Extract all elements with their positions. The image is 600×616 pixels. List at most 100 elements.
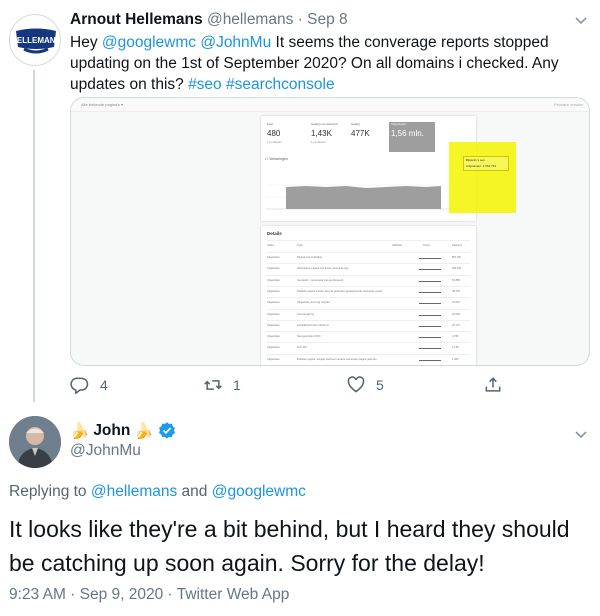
retweet-icon <box>204 380 222 390</box>
details-status: Uitgesloten <box>267 357 280 361</box>
details-pages: 52.885 <box>452 278 460 282</box>
details-header-cell: Validatie <box>392 244 402 247</box>
stat-sub: 1 probleem <box>311 140 327 144</box>
details-trend-line <box>419 280 441 282</box>
details-pages: 22.697 <box>452 301 460 305</box>
stat-excluded: Uitgesloten 1,56 mln. <box>389 122 435 152</box>
person-photo-icon <box>9 416 61 468</box>
stat-label: Geldig met waarsch. <box>311 122 339 126</box>
details-row: Uitgesloten Pagina met omleiding 867.297 <box>267 252 470 263</box>
stat-sub: 1 probleem <box>267 140 283 144</box>
details-trend-line <box>419 348 441 350</box>
details-type: Niet gevonden (404) <box>297 335 321 339</box>
reply-author-avatar[interactable] <box>9 416 61 468</box>
tweet-timestamp[interactable]: 9:23 AM · Sep 9, 2020 · Twitter Web App <box>9 586 289 604</box>
mention-link[interactable]: @hellemans <box>91 483 177 500</box>
chevron-down-icon[interactable] <box>571 12 591 30</box>
media-topbar-right: Primaire crawler <box>554 102 583 107</box>
replying-and: and <box>177 483 212 500</box>
banana-emoji: 🍌 <box>70 422 90 440</box>
replying-label: Replying to <box>9 483 91 500</box>
details-row: Uitgesloten Geblokkeerd door robots.txt 20… <box>267 319 470 331</box>
reply-author-name: John <box>93 422 131 439</box>
details-status: Uitgesloten <box>267 323 280 327</box>
reply-icon <box>70 377 89 395</box>
tweet-date[interactable]: Sep 8 <box>307 11 348 28</box>
share-action[interactable] <box>483 374 503 396</box>
heart-icon <box>347 376 365 393</box>
details-trend-line <box>419 291 441 293</box>
details-type: Dubbele pagina, Google heeft een andere … <box>297 357 377 361</box>
stat-label: Geldig <box>351 122 360 126</box>
tweet-link[interactable]: @JohnMu <box>200 34 271 51</box>
details-trend-line <box>419 325 441 327</box>
details-status: Uitgesloten <box>267 335 280 339</box>
details-pages: 2.782 <box>452 335 459 339</box>
stat-warning: Geldig met waarsch. 1,43K 1 probleem <box>309 122 349 152</box>
details-status: Uitgesloten <box>267 256 280 259</box>
details-trend-line <box>419 258 441 259</box>
reply-action[interactable]: 4 <box>70 374 108 396</box>
mention-link[interactable]: @googlewmc <box>212 483 306 500</box>
details-status: Uitgesloten <box>267 301 280 305</box>
details-trend-line <box>419 303 441 305</box>
details-type: Geblokkeerd door robots.txt <box>297 323 330 327</box>
tweet-link[interactable]: @googlewmc <box>102 34 196 51</box>
details-pages: 38.278 <box>452 289 460 293</box>
separator-dot: · <box>297 11 303 28</box>
details-header-cell: Type <box>297 244 303 247</box>
details-status: Uitgesloten <box>267 267 280 271</box>
details-type: Uitgesloten door tag noindex <box>297 301 331 305</box>
details-status: Uitgesloten <box>267 289 280 293</box>
like-count: 5 <box>376 377 384 393</box>
details-type: Soft 404 <box>297 346 307 350</box>
chevron-down-icon[interactable] <box>571 426 591 444</box>
tweet-header: Arnout Hellemans @hellemans · Sep 8 <box>70 11 348 29</box>
hellemans-logo-icon: HELLEMANS <box>11 28 61 54</box>
chart-checkbox-label: Vertoningen <box>269 157 288 161</box>
reply-author-handle[interactable]: @JohnMu <box>70 442 141 460</box>
details-row: Uitgesloten Dubbele pagina, Google heeft … <box>267 353 470 365</box>
author-name[interactable]: Arnout Hellemans <box>70 11 203 28</box>
verified-badge-icon <box>158 422 175 439</box>
details-type: Pagina met omleiding <box>297 256 322 259</box>
details-row: Uitgesloten Uitgesloten door tag noindex 2… <box>267 297 470 308</box>
details-trend-line <box>419 269 441 271</box>
tweet-link[interactable]: #searchconsole <box>226 76 335 93</box>
details-header-cell: Status <box>267 244 275 247</box>
details-type: Alternatieve pagina met juiste canonieke… <box>297 267 348 271</box>
details-table-card: Details Status Type Validatie Trend Pagi… <box>261 226 476 365</box>
stat-value: 1,56 mln. <box>391 129 424 138</box>
chart-checkbox: ☐ Vertoningen <box>265 157 288 161</box>
author-handle[interactable]: @hellemans <box>207 11 293 28</box>
details-row: Uitgesloten Doorverwijzing 20.090 <box>267 308 470 320</box>
tweet-text: Hey @googlewmc @JohnMu It seems the conv… <box>70 32 580 95</box>
details-status: Uitgesloten <box>267 312 280 316</box>
details-type: Gecrawld - momenteel niet geïndexeerd <box>297 278 344 282</box>
retweet-action[interactable]: 1 <box>203 374 241 396</box>
tweet-media-image[interactable]: Alle bekende pagina's ▾ Primaire crawler… <box>70 97 590 366</box>
details-row: Uitgesloten Gecrawld - momenteel niet geï… <box>267 274 470 286</box>
reply-author-name-line[interactable]: 🍌 John 🍌 <box>70 421 177 441</box>
details-row: Uitgesloten Niet gevonden (404) 2.782 <box>267 331 470 342</box>
chart-tooltip: Bijwerkt 1 sep Uitgesloten: 1.564.734 <box>463 156 509 171</box>
coverage-summary-card: Fout 480 1 probleem Geldig met waarsch. … <box>261 116 476 221</box>
stat-value: 1,43K <box>311 129 332 138</box>
reply-tweet-text: It looks like they're a bit behind, but … <box>9 516 570 576</box>
like-action[interactable]: 5 <box>346 374 384 396</box>
avatar-brand-text: HELLEMANS <box>11 36 61 45</box>
details-pages: 867.297 <box>452 256 462 259</box>
details-header-cell: Pagina's <box>452 244 462 247</box>
author-avatar[interactable]: HELLEMANS <box>9 14 61 66</box>
media-topbar-text: Alle bekende pagina's ▾ <box>81 102 124 107</box>
banana-emoji: 🍌 <box>134 422 154 440</box>
tweet-link[interactable]: #seo <box>188 76 222 93</box>
stat-valid: Geldig 477K <box>349 122 389 152</box>
details-status: Uitgesloten <box>267 346 280 350</box>
stat-label: Uitgesloten <box>391 122 407 126</box>
details-pages: 1.138 <box>452 346 459 350</box>
yellow-highlight <box>449 142 516 213</box>
reply-count: 4 <box>100 377 108 393</box>
details-row: Uitgesloten Alternatieve pagina met juist… <box>267 263 470 274</box>
details-header-row: Status Type Validatie Trend Pagina's <box>267 240 470 251</box>
